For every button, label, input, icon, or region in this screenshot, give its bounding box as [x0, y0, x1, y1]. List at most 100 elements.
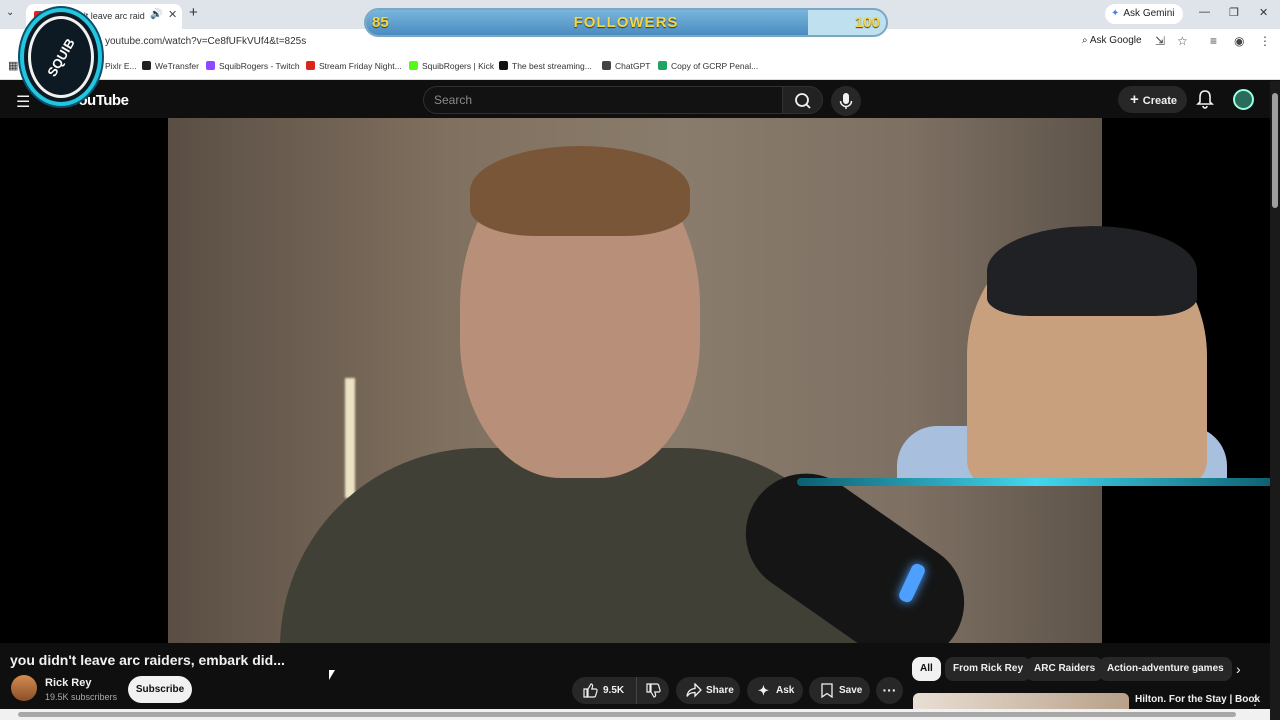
- bookmark-label: Stream Friday Night...: [319, 61, 402, 71]
- youtube-header: ☰ YouTube +Create: [0, 81, 1270, 118]
- subscribe-button[interactable]: Subscribe: [128, 676, 192, 703]
- bookmarks-bar: ▦ Pixlr E... WeTransfer SquibRogers - Tw…: [0, 55, 1280, 80]
- minimize-icon[interactable]: —: [1199, 6, 1210, 18]
- recommended-title[interactable]: Hilton. For the Stay | Book: [1135, 694, 1260, 705]
- ask-google-button[interactable]: ⌕ Ask Google: [1082, 35, 1142, 46]
- squib-logo: SQUIB: [20, 8, 102, 106]
- channel-subscribers: 19.5K subscribers: [45, 692, 118, 702]
- bookmark-stream-friday[interactable]: Stream Friday Night...: [306, 61, 402, 71]
- bookmark-label: The best streaming...: [512, 61, 592, 71]
- new-tab-icon[interactable]: +: [189, 4, 198, 21]
- vertical-scroll-thumb[interactable]: [1272, 93, 1278, 208]
- mouse-cursor-icon: [329, 670, 335, 680]
- thumbs-up-icon: [583, 683, 598, 698]
- profile-icon[interactable]: ◉: [1234, 34, 1244, 48]
- share-button[interactable]: Share: [676, 677, 740, 704]
- webcam-frame-bar: [797, 478, 1270, 486]
- notifications-bell-icon[interactable]: [1196, 89, 1214, 109]
- twitch-icon: [206, 61, 215, 70]
- bookmark-label: Pixlr E...: [105, 61, 137, 71]
- create-button[interactable]: + Create: [1118, 86, 1187, 113]
- search-input[interactable]: [434, 93, 754, 107]
- create-label: Create: [1142, 95, 1178, 107]
- bookmark-icon: [821, 683, 833, 698]
- like-button[interactable]: 9.5K: [572, 677, 634, 704]
- like-count: 9.5K: [603, 685, 625, 696]
- streamer-webcam-overlay: [797, 226, 1270, 488]
- lens-icon: ⌕: [1082, 35, 1088, 46]
- search-icon: [795, 93, 811, 109]
- video-player[interactable]: [0, 118, 1270, 643]
- gemini-spark-icon: ✦: [1111, 8, 1120, 19]
- kick-icon: [409, 61, 418, 70]
- bookmark-chatgpt[interactable]: ChatGPT: [602, 61, 650, 71]
- chip-all[interactable]: All: [912, 657, 941, 681]
- horizontal-scroll-thumb[interactable]: [18, 712, 1236, 717]
- search-button[interactable]: [782, 86, 823, 114]
- channel-avatar[interactable]: [11, 675, 37, 701]
- chip-action-adventure[interactable]: Action-adventure games: [1099, 657, 1232, 681]
- share-label: Share: [706, 685, 734, 696]
- bookmark-label: SquibRogers - Twitch: [219, 61, 300, 71]
- like-dislike-group: 9.5K: [572, 677, 669, 704]
- more-vertical-icon[interactable]: ⋮: [1249, 694, 1261, 708]
- bookmark-star-icon[interactable]: ☆: [1177, 34, 1188, 48]
- video-person-hair: [470, 146, 690, 236]
- channel-name[interactable]: Rick Rey: [45, 677, 91, 689]
- plus-icon: +: [1130, 91, 1139, 108]
- sheets-icon: [658, 61, 667, 70]
- screen: ⌄ you didn't leave arc raiders 🔊 ✕ + ✦As…: [0, 0, 1280, 720]
- url-field[interactable]: youtube.com/watch?v=Ce8fUFkVUf4&t=825s: [105, 36, 306, 47]
- chip-from-rick-rey[interactable]: From Rick Rey: [945, 657, 1032, 681]
- vertical-scrollbar[interactable]: [1270, 81, 1280, 720]
- restore-icon[interactable]: ❐: [1229, 6, 1239, 19]
- ask-gemini-button[interactable]: ✦ Ask Gemini: [1105, 4, 1183, 24]
- tab-search-icon[interactable]: ⌄: [6, 7, 14, 18]
- thumbs-down-icon: [646, 683, 661, 698]
- account-avatar[interactable]: [1233, 89, 1254, 110]
- video-background-light: [345, 378, 355, 498]
- more-horizontal-icon: ···: [882, 682, 897, 698]
- chatgpt-icon: [602, 61, 611, 70]
- save-label: Save: [839, 685, 863, 696]
- install-app-icon[interactable]: ⇲: [1155, 34, 1165, 48]
- bookmark-kick[interactable]: SquibRogers | Kick: [409, 61, 494, 71]
- ask-gemini-label: Ask Gemini: [1123, 8, 1175, 19]
- bookmark-gcrp[interactable]: Copy of GCRP Penal...: [658, 61, 758, 71]
- bookmark-twitch[interactable]: SquibRogers - Twitch: [206, 61, 300, 71]
- webcam-person-cap: [987, 226, 1197, 316]
- dislike-button[interactable]: [636, 677, 669, 704]
- share-icon: [686, 683, 702, 698]
- apps-grid-icon[interactable]: ▦: [8, 59, 18, 72]
- followers-goal-bar: 85 FOLLOWERS 100: [364, 8, 888, 37]
- chevron-right-icon[interactable]: ›: [1236, 661, 1241, 677]
- bookmark-label: WeTransfer: [155, 61, 199, 71]
- save-button[interactable]: Save: [809, 677, 870, 704]
- close-tab-icon[interactable]: ✕: [168, 8, 177, 21]
- bookmark-label: ChatGPT: [615, 61, 651, 71]
- bookmark-streaming[interactable]: The best streaming...: [499, 61, 592, 71]
- followers-label: FOLLOWERS: [573, 14, 679, 31]
- browser-menu-icon[interactable]: ⋮: [1259, 34, 1271, 48]
- search-box: [423, 86, 783, 114]
- voice-search-button[interactable]: [831, 86, 861, 116]
- bookmark-label: SquibRogers | Kick: [422, 61, 495, 71]
- more-actions-button[interactable]: ···: [876, 677, 903, 704]
- bookmark-label: Copy of GCRP Penal...: [671, 61, 759, 71]
- sparkle-icon: ✦: [758, 683, 769, 698]
- close-window-icon[interactable]: ✕: [1259, 6, 1268, 19]
- audio-playing-icon[interactable]: 🔊: [150, 9, 162, 20]
- followers-goal: 100: [854, 14, 880, 31]
- wetransfer-icon: [142, 61, 151, 70]
- ask-button[interactable]: ✦ Ask: [747, 677, 803, 704]
- chip-arc-raiders[interactable]: ARC Raiders: [1026, 657, 1104, 681]
- video-title: you didn't leave arc raiders, embark did…: [10, 652, 285, 668]
- menu-hamburger-icon[interactable]: ☰: [16, 92, 30, 112]
- ask-label: Ask: [776, 685, 795, 696]
- bookmark-wetransfer[interactable]: WeTransfer: [142, 61, 199, 71]
- reading-list-icon[interactable]: ≡: [1210, 34, 1217, 48]
- horizontal-scrollbar[interactable]: [0, 709, 1270, 720]
- ask-google-label: Ask Google: [1089, 35, 1142, 46]
- streaming-icon: [499, 61, 508, 70]
- stream-icon: [306, 61, 315, 70]
